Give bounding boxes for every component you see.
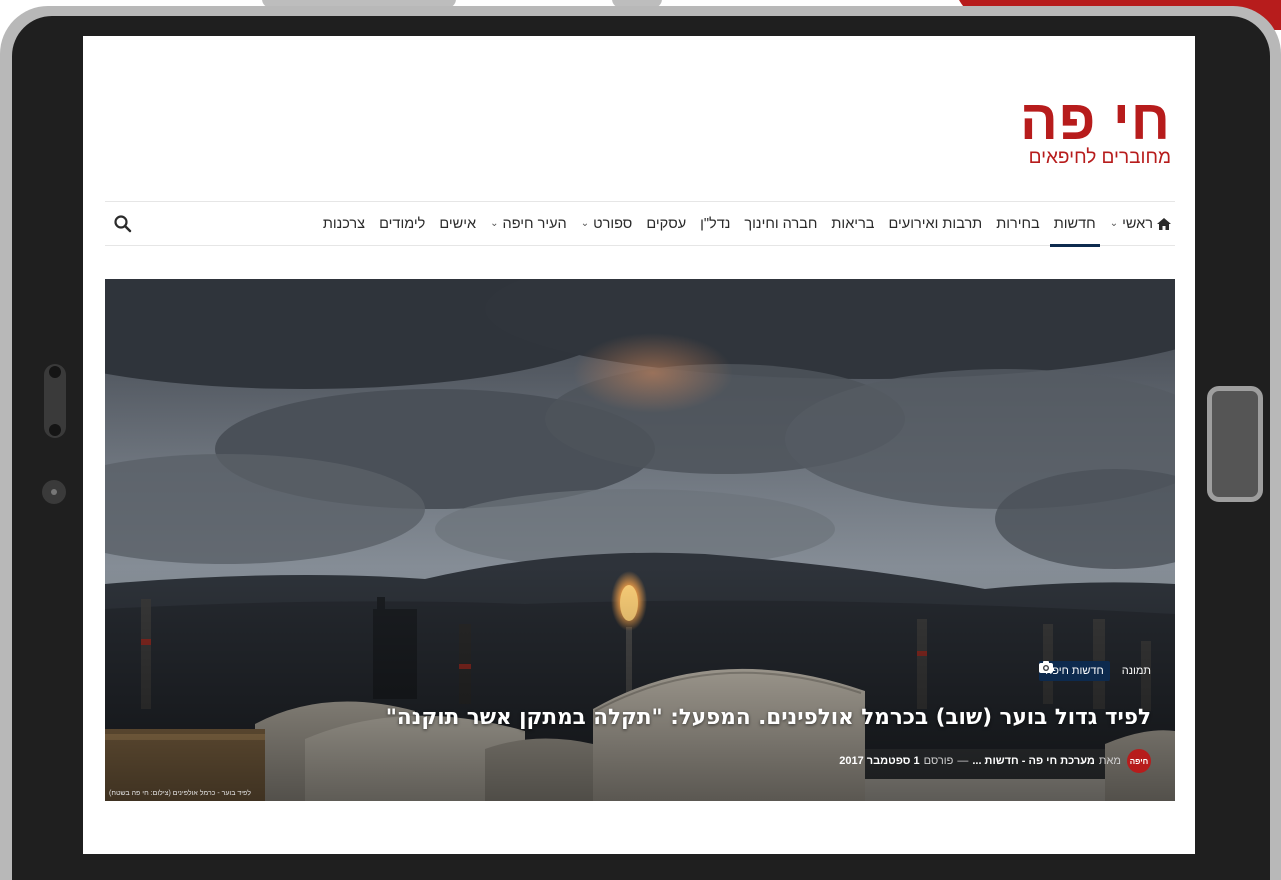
article-byline: חיפה מאת מערכת חי פה - חדשות ... — פורסם… xyxy=(839,749,1151,773)
nav-item-label: חדשות xyxy=(1053,215,1096,232)
browser-screen: חי פה מחוברים לחיפאים ראשי ⌄ חדשות בחירו… xyxy=(83,36,1195,854)
image-caption: לפיד בוער - כרמל אולפינים (צילום: חי פה … xyxy=(109,790,251,797)
author-link[interactable]: מערכת חי פה - חדשות ... xyxy=(972,755,1095,767)
tablet-camera-pill xyxy=(44,364,66,438)
featured-article[interactable]: תמונה חדשות חיפה לפיד גדול בוער (שוב) בכ… xyxy=(105,279,1175,801)
article-meta: תמונה חדשות חיפה xyxy=(1039,661,1151,681)
nav-item-elections[interactable]: בחירות xyxy=(996,201,1040,246)
nav-item-society[interactable]: חברה וחינוך xyxy=(744,201,817,246)
by-label: מאת xyxy=(1098,755,1121,767)
article-title[interactable]: לפיד גדול בוער (שוב) בכרמל אולפינים. המפ… xyxy=(121,705,1151,730)
nav-item-label: ספורט xyxy=(593,215,633,232)
nav-item-business[interactable]: עסקים xyxy=(646,201,686,246)
search-icon[interactable] xyxy=(113,214,133,234)
nav-item-sport[interactable]: ספורט ⌄ xyxy=(581,201,633,246)
logo-title: חי פה xyxy=(1019,88,1171,151)
camera-icon xyxy=(1039,661,1054,673)
nav-item-label: תרבות ואירועים xyxy=(888,215,983,232)
nav-item-people[interactable]: אישים xyxy=(439,201,476,246)
home-icon xyxy=(1157,217,1171,230)
chevron-down-icon: ⌄ xyxy=(490,218,499,229)
nav-item-label: ראשי xyxy=(1122,215,1153,232)
nav-item-label: נדל"ן xyxy=(700,215,731,232)
author-avatar[interactable]: חיפה xyxy=(1127,749,1151,773)
nav-item-label: חברה וחינוך xyxy=(744,215,818,232)
nav-item-realestate[interactable]: נדל"ן xyxy=(700,201,730,246)
main-navigation: ראשי ⌄ חדשות בחירות תרבות ואירועים בריאו… xyxy=(105,201,1175,247)
nav-item-home[interactable]: ראשי ⌄ xyxy=(1110,201,1171,246)
nav-item-label: לימודים xyxy=(379,215,426,232)
tablet-home-button[interactable] xyxy=(1207,386,1263,502)
media-type-label: תמונה xyxy=(1121,665,1151,677)
nav-item-news[interactable]: חדשות xyxy=(1049,201,1100,247)
nav-item-label: עסקים xyxy=(646,215,687,232)
nav-item-label: צרכנות xyxy=(322,215,366,232)
site-logo[interactable]: חי פה מחוברים לחיפאים xyxy=(1011,88,1171,169)
chevron-down-icon: ⌄ xyxy=(1109,218,1119,229)
publish-date: 1 ספטמבר 2017 xyxy=(839,755,920,767)
nav-item-city[interactable]: העיר חיפה ⌄ xyxy=(490,201,567,246)
nav-item-label: אישים xyxy=(439,215,477,232)
nav-item-label: בחירות xyxy=(996,215,1040,232)
chevron-down-icon: ⌄ xyxy=(580,218,590,229)
byline-separator: — xyxy=(957,755,969,767)
nav-item-culture[interactable]: תרבות ואירועים xyxy=(888,201,982,246)
nav-item-label: בריאות xyxy=(831,215,875,232)
nav-item-health[interactable]: בריאות xyxy=(831,201,874,246)
nav-item-consumer[interactable]: צרכנות xyxy=(323,201,365,246)
logo-subtitle: מחוברים לחיפאים xyxy=(1028,147,1171,168)
nav-item-studies[interactable]: לימודים xyxy=(379,201,425,246)
tablet-sensor-dot xyxy=(42,480,66,504)
nav-item-label: העיר חיפה xyxy=(502,215,567,232)
published-label: פורסם xyxy=(923,755,954,767)
